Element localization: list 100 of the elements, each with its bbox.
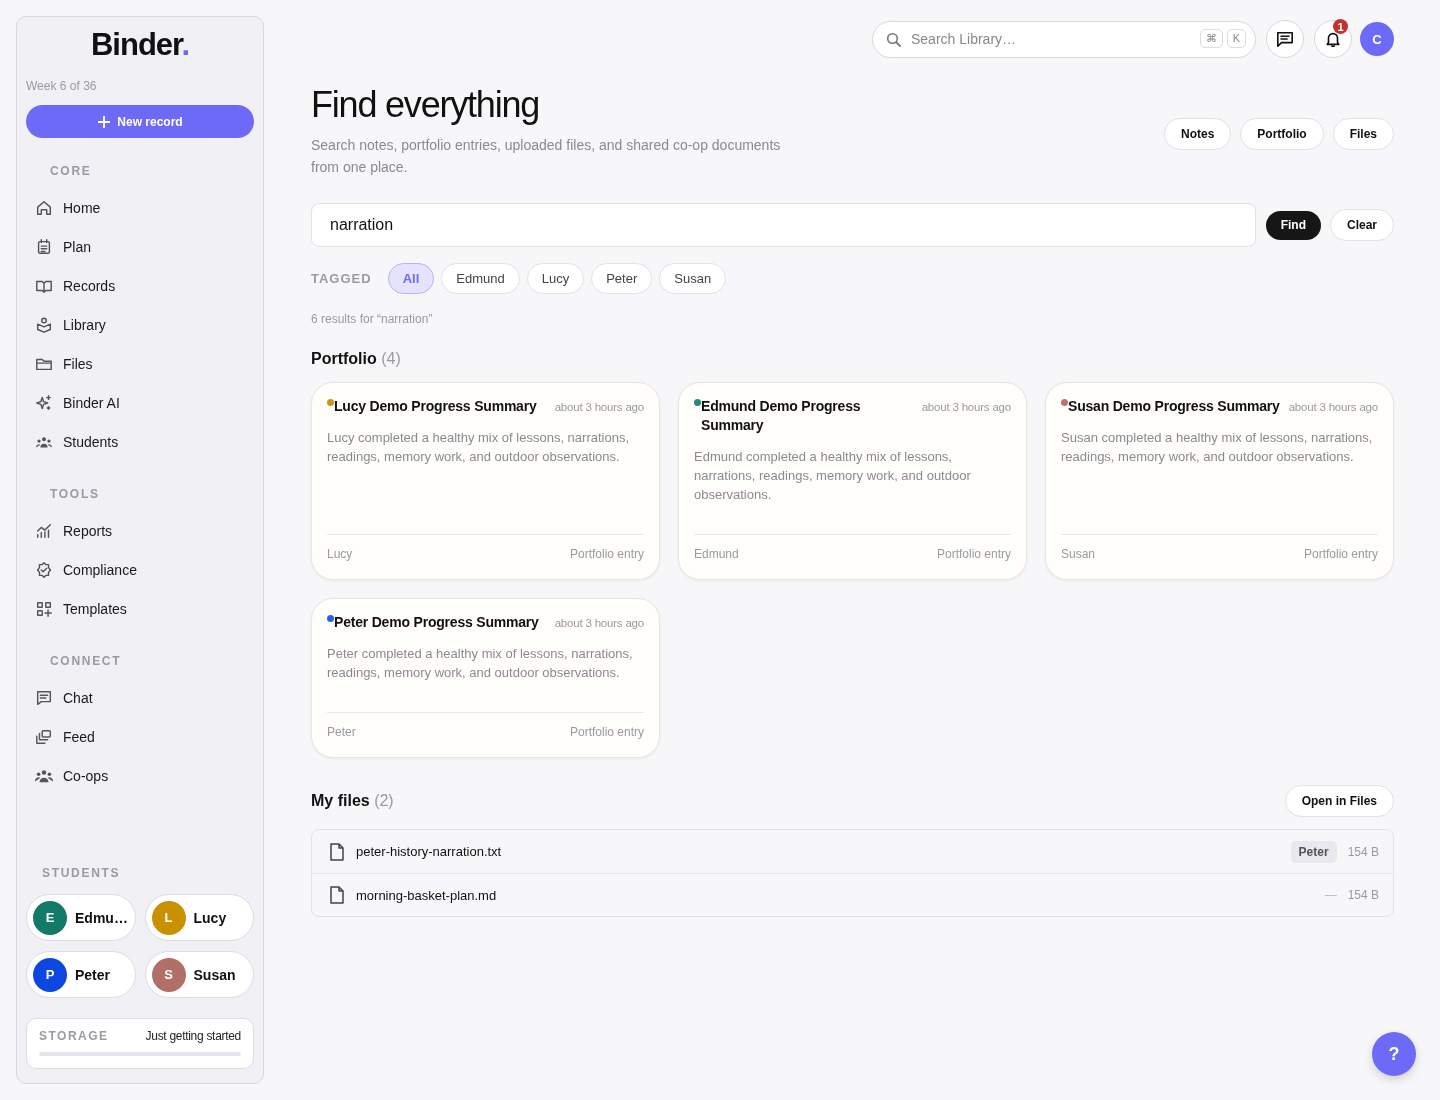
section-heading: CONNECT: [49, 654, 123, 668]
card-time: about 3 hours ago: [554, 617, 644, 631]
section-title: My files (2): [311, 792, 394, 810]
quick-link-button[interactable]: Notes: [1163, 118, 1232, 150]
nav-item[interactable]: Co-ops: [26, 756, 254, 795]
file-icon: [329, 842, 345, 861]
badge-check-icon: [35, 560, 53, 579]
portfolio-card[interactable]: Edmund Demo Progress Summary about 3 hours ago Edmund completed a healthy mix of lessons, narrations, readings, memory work, and outdoor observations. Edmund Portfolio entry: [678, 382, 1027, 580]
nav-item[interactable]: Records: [26, 266, 254, 305]
clear-button[interactable]: Clear: [1329, 209, 1394, 241]
message-icon: [35, 688, 53, 707]
student-chip[interactable]: L Lucy: [144, 894, 254, 941]
card-description: Lucy completed a healthy mix of lessons, narrations, readings, memory work, and outdoor observations.: [327, 428, 644, 535]
student-avatar: L: [151, 900, 186, 935]
card-description: Susan completed a healthy mix of lessons, narrations, readings, memory work, and outdoor observations.: [1061, 428, 1378, 535]
logo: Binder.: [89, 27, 191, 63]
section-title: Portfolio (4): [311, 350, 402, 368]
filter-tag[interactable]: Peter: [591, 263, 653, 294]
messages-button[interactable]: [1266, 20, 1304, 58]
file-row[interactable]: peter-history-narration.txt Peter 154 B: [312, 830, 1393, 873]
nav-item[interactable]: Chat: [26, 678, 254, 717]
nav-item[interactable]: Binder AI: [26, 383, 254, 422]
storage-status: Just getting started: [145, 1029, 241, 1043]
page-title: Find everything: [311, 84, 541, 126]
card-student: Susan: [1061, 547, 1096, 561]
empty-tag: —: [1324, 888, 1337, 902]
filter-tag[interactable]: Lucy: [526, 263, 585, 294]
file-name: morning-basket-plan.md: [356, 887, 498, 903]
open-in-files-button[interactable]: Open in Files: [1284, 785, 1394, 817]
nav-item[interactable]: Home: [26, 188, 254, 227]
user-avatar[interactable]: C: [1360, 22, 1394, 56]
student-avatar: P: [33, 957, 67, 992]
nav-item[interactable]: Students: [26, 422, 254, 461]
find-button[interactable]: Find: [1265, 210, 1321, 240]
student-avatar: E: [33, 900, 67, 935]
file-size: 154 B: [1347, 844, 1379, 859]
key-hint: K: [1226, 28, 1246, 48]
card-time: about 3 hours ago: [1288, 401, 1378, 415]
card-description: Peter completed a healthy mix of lessons, narrations, readings, memory work, and outdoor observations.: [327, 644, 644, 713]
file-name: peter-history-narration.txt: [356, 844, 503, 859]
nav-item[interactable]: Reports: [26, 511, 254, 550]
card-type: Portfolio entry: [1303, 547, 1378, 561]
nav-item[interactable]: Templates: [26, 589, 254, 628]
portfolio-card[interactable]: Lucy Demo Progress Summary about 3 hours ago Lucy completed a healthy mix of lessons, narrations, readings, memory work, and outdoor observations. Lucy Portfolio entry: [311, 382, 660, 580]
chart-icon: [35, 521, 53, 540]
file-icon: [329, 886, 345, 904]
message-icon: [1276, 30, 1294, 48]
student-avatar: S: [151, 957, 186, 992]
nav-item[interactable]: Feed: [26, 717, 254, 756]
portfolio-card[interactable]: Peter Demo Progress Summary about 3 hours ago Peter completed a healthy mix of lessons, narrations, readings, memory work, and outdoor observations. Peter Portfolio entry: [311, 598, 660, 758]
card-title: Lucy Demo Progress Summary: [334, 397, 537, 416]
help-button[interactable]: ?: [1372, 1032, 1416, 1076]
quick-link-button[interactable]: Files: [1332, 118, 1394, 150]
week-label: Week 6 of 36: [26, 79, 98, 93]
filter-tag[interactable]: Edmund: [441, 263, 520, 294]
search-icon: [886, 31, 902, 48]
card-title: Peter Demo Progress Summary: [334, 613, 539, 632]
bell-icon: [1324, 30, 1342, 48]
portfolio-card[interactable]: Susan Demo Progress Summary about 3 hours ago Susan completed a healthy mix of lessons, narrations, readings, memory work, and outdoor observations. Susan Portfolio entry: [1045, 382, 1394, 580]
notification-badge: 1: [1333, 19, 1348, 34]
home-icon: [35, 198, 53, 217]
results-count: 6 results for “narration”: [311, 312, 434, 326]
section-heading: TOOLS: [49, 487, 101, 501]
search-input[interactable]: narration: [311, 203, 1256, 247]
card-time: about 3 hours ago: [921, 401, 1011, 415]
student-chip[interactable]: E Edmu…: [26, 894, 136, 941]
nav-item[interactable]: Compliance: [26, 550, 254, 589]
nav-item[interactable]: Files: [26, 344, 254, 383]
file-row[interactable]: morning-basket-plan.md — 154 B: [312, 873, 1393, 916]
notifications-button[interactable]: 1: [1314, 20, 1352, 58]
student-chip[interactable]: S Susan: [144, 951, 254, 998]
calendar-icon: [35, 237, 53, 256]
card-type: Portfolio entry: [569, 725, 644, 739]
section-heading: CORE: [49, 164, 93, 178]
plus-icon: [97, 114, 112, 129]
card-type: Portfolio entry: [569, 547, 644, 561]
filter-tag[interactable]: Susan: [659, 263, 727, 294]
section-heading: STUDENTS: [41, 866, 122, 880]
quick-link-button[interactable]: Portfolio: [1240, 118, 1324, 150]
file-size: 154 B: [1347, 888, 1379, 902]
key-hint: ⌘: [1199, 28, 1223, 48]
card-student: Peter: [327, 725, 356, 739]
card-student: Lucy: [327, 547, 353, 561]
card-description: Edmund completed a healthy mix of lessons, narrations, readings, memory work, and outdoor observations.: [694, 447, 1011, 535]
card-student: Edmund: [694, 547, 739, 561]
filter-label: TAGGED: [311, 271, 372, 286]
sparkles-icon: [35, 393, 53, 412]
card-title: Susan Demo Progress Summary: [1068, 397, 1280, 416]
nav-item[interactable]: Plan: [26, 227, 254, 266]
nav-item[interactable]: Library: [26, 305, 254, 344]
stack-icon: [35, 727, 53, 746]
grid-icon: [35, 599, 53, 618]
new-record-button[interactable]: New record: [26, 105, 254, 138]
card-title: Edmund Demo Progress Summary: [701, 397, 862, 435]
student-chip[interactable]: P Peter: [26, 951, 136, 998]
card-type: Portfolio entry: [936, 547, 1011, 561]
student-tag: Peter: [1290, 840, 1337, 863]
storage-label: STORAGE: [39, 1029, 109, 1043]
card-time: about 3 hours ago: [554, 401, 644, 415]
page-subtitle: Search notes, portfolio entries, uploaded files, and shared co-op documents from one place.: [311, 136, 782, 177]
